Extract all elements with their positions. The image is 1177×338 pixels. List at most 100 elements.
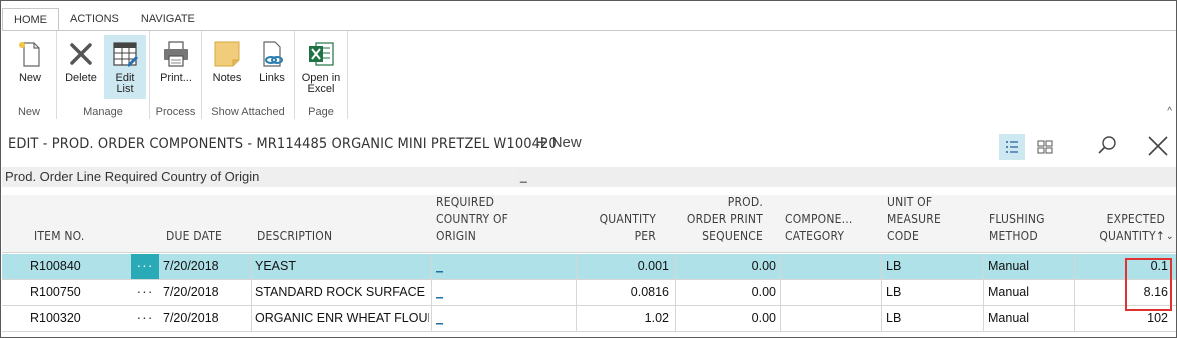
cell-item-no[interactable]: R100750 <box>30 280 128 305</box>
tab-home[interactable]: HOME <box>2 8 59 31</box>
cell-due-date[interactable]: 7/20/2018 <box>163 254 249 279</box>
open-in-excel-button[interactable]: Open in Excel <box>300 35 342 99</box>
ribbon-group-show-attached: Notes Links Show Attached <box>202 31 295 120</box>
notes-button-label: Notes <box>212 72 242 84</box>
cell-unit-of-measure[interactable]: LB <box>886 306 976 331</box>
cell-flushing-method[interactable]: Manual <box>988 254 1068 279</box>
delete-button-label: Delete <box>65 72 97 84</box>
ribbon: New New Delete Edit List Manage Print...… <box>2 30 1176 120</box>
excel-icon <box>306 39 336 69</box>
tile-view-toggle[interactable] <box>1032 134 1058 160</box>
sort-chevron-down-icon[interactable]: ⌄ <box>1166 227 1174 245</box>
table-row[interactable]: R100750 ··· 7/20/2018 STANDARD ROCK SURF… <box>2 280 1176 306</box>
col-required-country-line3: ORIGIN <box>436 229 477 243</box>
cell-unit-of-measure[interactable]: LB <box>886 280 976 305</box>
print-button[interactable]: Print... <box>156 35 196 99</box>
table-row[interactable]: R100840 ··· 7/20/2018 YEAST _ 0.001 0.00… <box>2 254 1176 280</box>
edit-list-button[interactable]: Edit List <box>104 35 146 99</box>
cell-quantity-per[interactable]: 0.001 <box>577 254 669 279</box>
search-button[interactable] <box>1094 133 1120 159</box>
col-print-sequence-line2: ORDER PRINT <box>686 212 763 226</box>
cell-quantity-per[interactable]: 1.02 <box>577 306 669 331</box>
col-required-country-line2: COUNTRY OF <box>436 212 509 226</box>
delete-button[interactable]: Delete <box>63 35 99 99</box>
ribbon-group-page: Open in Excel Page <box>295 31 348 120</box>
cell-country-link[interactable]: _ <box>436 280 456 305</box>
edit-list-icon <box>110 39 140 69</box>
col-description[interactable]: DESCRIPTION <box>257 228 332 245</box>
cell-due-date[interactable]: 7/20/2018 <box>163 306 249 331</box>
cell-print-sequence[interactable]: 0.00 <box>676 254 776 279</box>
cell-print-sequence[interactable]: 0.00 <box>676 280 776 305</box>
cell-flushing-method[interactable]: Manual <box>988 280 1068 305</box>
tab-actions[interactable]: ACTIONS <box>59 8 130 30</box>
close-icon <box>1148 136 1168 156</box>
links-icon <box>257 39 287 69</box>
links-button[interactable]: Links <box>253 35 291 99</box>
col-flushing-method[interactable]: FLUSHING METHOD <box>989 211 1045 245</box>
new-button[interactable]: New <box>10 35 50 99</box>
cell-country-link[interactable]: _ <box>436 306 456 331</box>
new-line-label: New <box>551 134 582 151</box>
cell-component-category[interactable] <box>785 306 875 331</box>
cell-quantity-per[interactable]: 0.0816 <box>577 280 669 305</box>
col-flushing-line1: FLUSHING <box>989 212 1045 226</box>
cell-item-no[interactable]: R100840 <box>30 254 128 279</box>
group-label-new: New <box>17 106 40 118</box>
row-actions-ellipsis-icon[interactable]: ··· <box>131 280 159 305</box>
new-document-icon <box>15 39 45 69</box>
collapse-ribbon-icon[interactable]: ^ <box>1167 106 1172 117</box>
list-view-icon <box>1006 141 1018 153</box>
cell-description[interactable]: ORGANIC ENR WHEAT FLOUR <box>255 306 429 331</box>
excel-label-2: Excel <box>307 83 335 95</box>
col-unit-of-measure[interactable]: UNIT OF MEASURE CODE <box>887 194 941 245</box>
col-quantity-per-line2: PER <box>634 229 656 243</box>
ribbon-group-manage: Delete Edit List Manage <box>57 31 150 120</box>
close-button[interactable] <box>1145 133 1171 159</box>
col-print-sequence-line1: PROD. <box>727 195 763 209</box>
cell-due-date[interactable]: 7/20/2018 <box>163 280 249 305</box>
col-required-country[interactable]: REQUIRED COUNTRY OF ORIGIN <box>436 194 508 245</box>
list-view-toggle[interactable] <box>999 134 1025 160</box>
cell-component-category[interactable] <box>785 280 875 305</box>
tab-navigate[interactable]: NAVIGATE <box>130 8 206 30</box>
row-actions-ellipsis-icon[interactable]: ··· <box>131 306 159 331</box>
plus-icon: + <box>536 132 548 154</box>
filter-row: Prod. Order Line Required Country of Ori… <box>2 167 1176 187</box>
group-label-page: Page <box>308 106 334 118</box>
col-expected-line2: QUANTITY↑ <box>1099 229 1165 243</box>
print-button-label: Print... <box>160 72 192 84</box>
window-frame: HOME ACTIONS NAVIGATE New New Delete Edi… <box>0 0 1177 338</box>
col-print-sequence[interactable]: PROD. ORDER PRINT SEQUENCE <box>662 194 763 245</box>
new-button-label: New <box>18 72 41 84</box>
cell-description[interactable]: YEAST <box>255 254 429 279</box>
col-quantity-per[interactable]: QUANTITY PER <box>576 211 656 245</box>
ribbon-group-new: New New <box>2 31 57 120</box>
col-uom-line3: CODE <box>887 229 919 243</box>
highlight-annotation-box <box>1125 258 1172 311</box>
cell-component-category[interactable] <box>785 254 875 279</box>
cell-print-sequence[interactable]: 0.00 <box>676 306 776 331</box>
filter-label: Prod. Order Line Required Country of Ori… <box>5 169 260 184</box>
col-expected-quantity[interactable]: EXPECTED QUANTITY↑ <box>1077 211 1165 245</box>
cell-item-no[interactable]: R100320 <box>30 306 128 331</box>
table-row[interactable]: R100320 ··· 7/20/2018 ORGANIC ENR WHEAT … <box>2 306 1176 332</box>
notes-button[interactable]: Notes <box>208 35 246 99</box>
cell-description[interactable]: STANDARD ROCK SURFACE S <box>255 280 429 305</box>
delete-x-icon <box>66 39 96 69</box>
col-due-date[interactable]: DUE DATE <box>166 228 222 245</box>
row-actions-ellipsis-icon[interactable]: ··· <box>131 254 159 279</box>
group-label-process: Process <box>155 106 196 118</box>
notes-icon <box>212 39 242 69</box>
tile-view-icon <box>1037 140 1053 154</box>
col-component-category-line2: CATEGORY <box>785 229 845 243</box>
col-component-category[interactable]: COMPONE... CATEGORY <box>785 211 853 245</box>
filter-value-field[interactable]: _ <box>518 167 1176 187</box>
col-component-category-line1: COMPONE... <box>785 212 853 226</box>
cell-unit-of-measure[interactable]: LB <box>886 254 976 279</box>
ribbon-tabs: HOME ACTIONS NAVIGATE <box>2 8 206 31</box>
cell-flushing-method[interactable]: Manual <box>988 306 1068 331</box>
cell-country-link[interactable]: _ <box>436 254 456 279</box>
new-line-button[interactable]: + New <box>536 132 582 155</box>
col-item-no[interactable]: ITEM NO. <box>34 228 84 245</box>
